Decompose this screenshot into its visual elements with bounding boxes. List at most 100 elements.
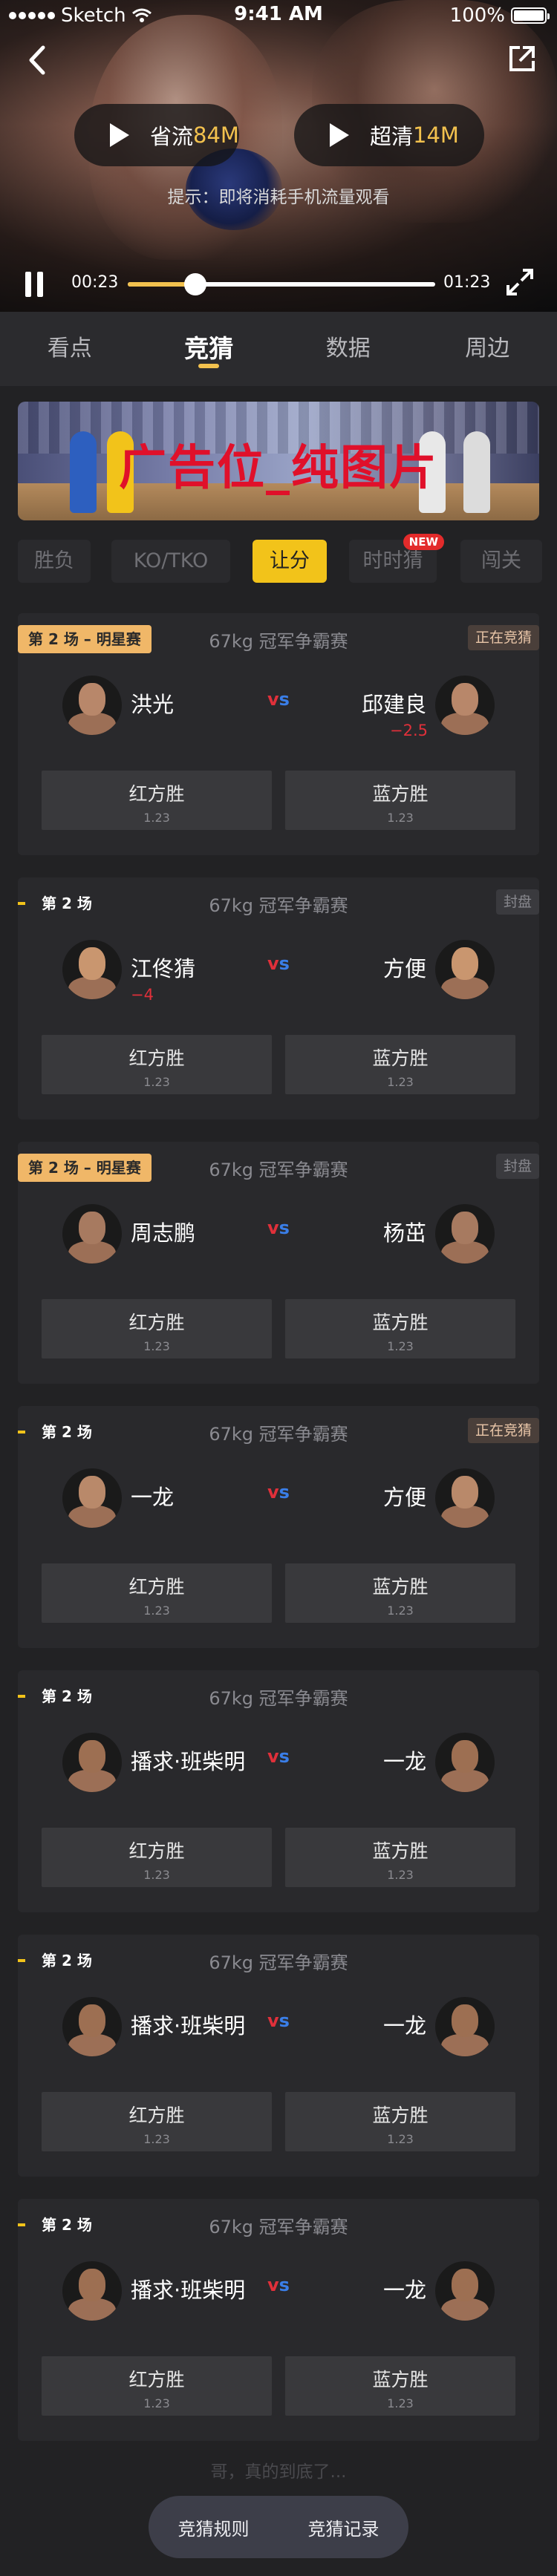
bet-red-win-button[interactable]: 红方胜 1.23 [42, 2356, 272, 2416]
bet-red-win-button[interactable]: 红方胜 1.23 [42, 1563, 272, 1623]
battery-percent: 100% [449, 4, 505, 27]
bet-label: 蓝方胜 [372, 2105, 429, 2126]
bet-blue-win-button[interactable]: 蓝方胜 1.23 [285, 771, 515, 830]
rules-button[interactable]: 竞猜规则 [178, 2514, 250, 2540]
quality-label: 超清 [370, 124, 414, 149]
tab-data[interactable]: 数据 [278, 312, 418, 386]
match-status-badge: 封盘 [495, 889, 539, 915]
match-card: 第 2 场 67kg 冠军争霸赛 正在竞猜 一龙 vs 方便 红方胜 1.23 蓝方胜 1.23 [18, 1406, 539, 1648]
bet-odds: 1.23 [143, 811, 170, 825]
blue-handicap: −2.5 [390, 722, 428, 739]
bet-label: 蓝方胜 [372, 1047, 429, 1069]
match-title: 67kg 冠军争霸赛 [209, 631, 348, 652]
tab-guess[interactable]: 竞猜 [140, 312, 279, 386]
fullscreen-icon[interactable] [505, 267, 535, 297]
bet-blue-win-button[interactable]: 蓝方胜 1.23 [285, 2356, 515, 2416]
match-status-badge: 封盘 [495, 1154, 539, 1179]
bet-odds: 1.23 [387, 1868, 414, 1882]
bet-odds: 1.23 [143, 1075, 170, 1089]
quality-label: 省流 [150, 124, 194, 149]
new-badge: NEW [403, 534, 444, 550]
blue-fighter-name: 方便 [382, 1485, 426, 1510]
blue-fighter-name: 杨茁 [382, 1220, 426, 1246]
tab-merch[interactable]: 周边 [418, 312, 557, 386]
bet-red-win-button[interactable]: 红方胜 1.23 [42, 2092, 272, 2151]
match-card: 第 2 场 67kg 冠军争霸赛 播求·班柴明 vs 一龙 红方胜 1.23 蓝方胜 1.23 [18, 1670, 539, 1912]
match-card: 第 2 场 67kg 冠军争霸赛 封盘 江佟猜 −4 vs 方便 红方胜 1.23 蓝方胜 1.23 [18, 877, 539, 1119]
match-title: 67kg 冠军争霸赛 [209, 1688, 348, 1709]
bet-blue-win-button[interactable]: 蓝方胜 1.23 [285, 1035, 515, 1094]
bet-label: 蓝方胜 [372, 1840, 429, 1862]
subtab-win-lose[interactable]: 胜负 [18, 540, 91, 583]
bet-red-win-button[interactable]: 红方胜 1.23 [42, 1828, 272, 1887]
blue-fighter-avatar [435, 1997, 495, 2056]
video-player[interactable]: Sketch 9:41 AM 100% 省流 84M 超清 14M 提示：即将消耗手… [0, 0, 557, 312]
bet-red-win-button[interactable]: 红方胜 1.23 [42, 1035, 272, 1094]
match-title: 67kg 冠军争霸赛 [209, 1424, 348, 1445]
bet-label: 红方胜 [128, 2105, 185, 2126]
progress-track[interactable] [128, 273, 435, 295]
quality-option-saver[interactable]: 省流 84M [74, 104, 239, 166]
bet-odds: 1.23 [387, 1604, 414, 1618]
match-status-badge: 正在竞猜 [467, 1418, 539, 1443]
bet-label: 红方胜 [128, 1840, 185, 1862]
progress-knob[interactable] [184, 273, 207, 295]
bet-red-win-button[interactable]: 红方胜 1.23 [42, 1299, 272, 1359]
match-card: 第 2 场 – 明星赛 67kg 冠军争霸赛 正在竞猜 洪光 vs 邱建良 −2.5 红方胜 1… [18, 613, 539, 855]
records-button[interactable]: 竞猜记录 [308, 2514, 380, 2540]
status-bar: Sketch 9:41 AM 100% [0, 0, 557, 30]
match-status-badge: 正在竞猜 [467, 625, 539, 650]
data-usage-hint: 提示：即将消耗手机流量观看 [167, 188, 390, 207]
bet-label: 红方胜 [128, 2369, 185, 2390]
bet-odds: 1.23 [387, 2132, 414, 2146]
subtab-handicap[interactable]: 让分 [253, 540, 327, 583]
red-handicap: −4 [131, 986, 154, 1004]
bet-odds: 1.23 [387, 1075, 414, 1089]
bet-label: 红方胜 [128, 783, 185, 805]
share-icon[interactable] [506, 43, 538, 74]
bet-label: 蓝方胜 [372, 1576, 429, 1598]
quality-size: 84M [193, 122, 239, 148]
bet-red-win-button[interactable]: 红方胜 1.23 [42, 771, 272, 830]
match-card: 第 2 场 – 明星赛 67kg 冠军争霸赛 封盘 周志鹏 vs 杨茁 红方胜 1.23 蓝方胜… [18, 1142, 539, 1384]
subtab-challenge[interactable]: 闯关 [460, 540, 542, 583]
app-root: Sketch 9:41 AM 100% 省流 84M 超清 14M 提示：即将消耗手… [0, 0, 557, 2576]
match-card: 第 2 场 67kg 冠军争霸赛 播求·班柴明 vs 一龙 红方胜 1.23 蓝方胜 1.23 [18, 1935, 539, 2177]
blue-fighter-avatar [435, 1204, 495, 1264]
bet-blue-win-button[interactable]: 蓝方胜 1.23 [285, 1563, 515, 1623]
ad-banner[interactable]: 广告位_纯图片 [18, 402, 539, 520]
bet-odds: 1.23 [143, 1339, 170, 1353]
battery-icon [511, 7, 550, 24]
bet-label: 红方胜 [128, 1047, 185, 1069]
match-title: 67kg 冠军争霸赛 [209, 1952, 348, 1973]
blue-fighter-avatar [435, 2261, 495, 2321]
bet-label: 蓝方胜 [372, 2369, 429, 2390]
blue-fighter-avatar [435, 940, 495, 999]
quality-option-hd[interactable]: 超清 14M [294, 104, 484, 166]
bet-odds: 1.23 [143, 1604, 170, 1618]
bet-odds: 1.23 [143, 2132, 170, 2146]
play-icon [110, 123, 129, 147]
match-title: 67kg 冠军争霸赛 [209, 2217, 348, 2237]
blue-fighter-name: 一龙 [382, 2013, 426, 2039]
tab-highlights[interactable]: 看点 [0, 312, 140, 386]
total-time: 01:23 [443, 273, 491, 292]
bet-label: 蓝方胜 [372, 1312, 429, 1333]
bet-blue-win-button[interactable]: 蓝方胜 1.23 [285, 1828, 515, 1887]
bet-odds: 1.23 [387, 2396, 414, 2410]
match-card: 第 2 场 67kg 冠军争霸赛 播求·班柴明 vs 一龙 红方胜 1.23 蓝方胜 1.23 [18, 2199, 539, 2441]
blue-fighter-name: 一龙 [382, 2278, 426, 2303]
play-icon [330, 123, 349, 147]
bet-blue-win-button[interactable]: 蓝方胜 1.23 [285, 1299, 515, 1359]
bet-odds: 1.23 [387, 1339, 414, 1353]
subtab-ko-tko[interactable]: KO/TKO [111, 540, 230, 583]
bet-blue-win-button[interactable]: 蓝方胜 1.23 [285, 2092, 515, 2151]
banner-text: 广告位_纯图片 [119, 441, 438, 496]
bet-label: 红方胜 [128, 1312, 185, 1333]
bet-odds: 1.23 [143, 2396, 170, 2410]
bet-label: 蓝方胜 [372, 783, 429, 805]
quality-size: 14M [413, 122, 459, 148]
back-arrow-icon[interactable] [24, 42, 53, 79]
subtab-live-guess[interactable]: 时时猜 NEW [349, 534, 444, 583]
pause-icon[interactable] [25, 272, 45, 297]
